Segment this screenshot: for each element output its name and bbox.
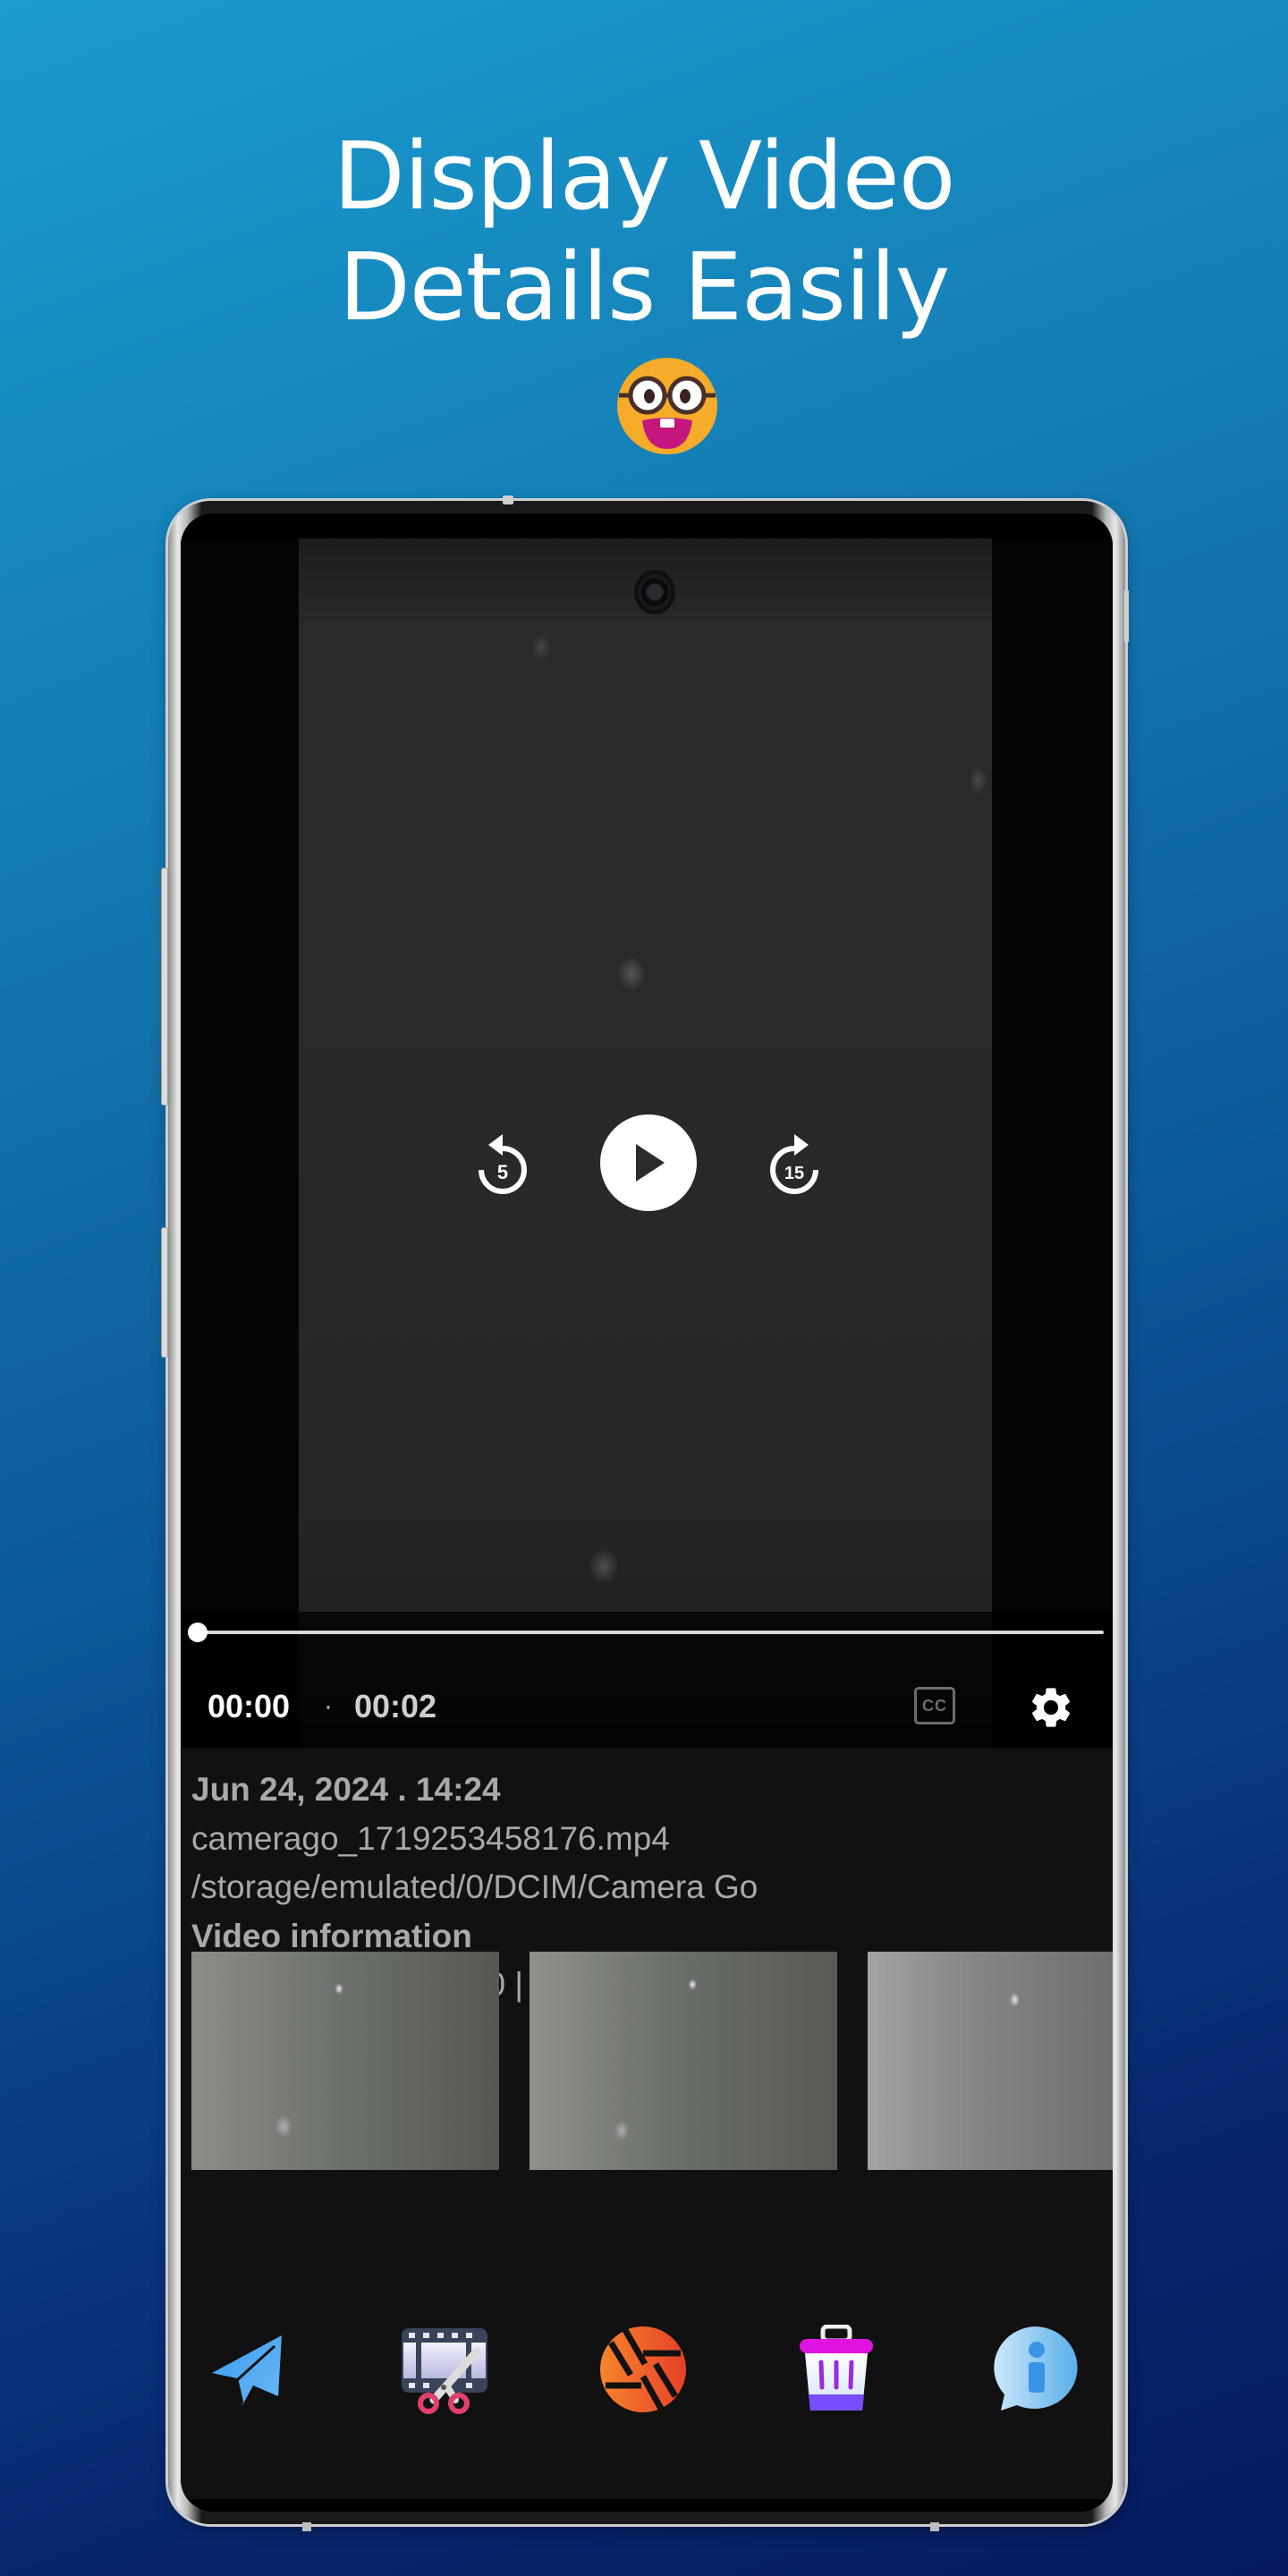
svg-text:5: 5 <box>497 1161 508 1183</box>
captions-icon: CC <box>922 1696 947 1715</box>
seek-thumb[interactable] <box>188 1623 208 1642</box>
headline-line-2: Details Easily <box>338 233 951 342</box>
info-button[interactable] <box>986 2320 1084 2419</box>
thumbnail-frame[interactable] <box>868 1952 1113 2170</box>
playback-controls: 5 15 <box>181 1114 1113 1213</box>
front-camera <box>639 574 671 610</box>
delete-button[interactable] <box>787 2320 886 2419</box>
forward-15-icon: 15 <box>770 1134 818 1194</box>
video-path: /storage/emulated/0/DCIM/Camera Go <box>191 1868 758 1905</box>
seek-bar[interactable] <box>188 1623 1104 1642</box>
phone-screen: 5 15 00:00 · 00:02 CC Jun 24, 2024 . 14:… <box>181 513 1113 2512</box>
camera-shutter-icon <box>600 2326 686 2412</box>
time-separator: · <box>324 1691 333 1721</box>
info-bubble-icon <box>994 2326 1078 2411</box>
rewind-button[interactable]: 5 <box>470 1129 535 1200</box>
video-datetime: Jun 24, 2024 . 14:24 <box>191 1771 501 1808</box>
volume-button <box>161 868 168 1106</box>
video-filename: camerago_1719253458176.mp4 <box>191 1819 670 1857</box>
video-player[interactable]: 5 15 00:00 · 00:02 CC <box>181 538 1113 1748</box>
phone-frame: 5 15 00:00 · 00:02 CC Jun 24, 2024 . 14:… <box>161 496 1129 2531</box>
frame-notch <box>302 2522 311 2531</box>
seek-track <box>190 1631 1104 1634</box>
gear-icon <box>1032 1688 1071 1727</box>
play-icon <box>636 1144 665 1182</box>
time-row: 00:00 · 00:02 CC <box>181 1682 1113 1732</box>
current-time: 00:00 <box>208 1688 291 1724</box>
film-scissors-icon <box>402 2328 487 2414</box>
frame-notch <box>1124 590 1129 642</box>
svg-text:15: 15 <box>784 1164 804 1183</box>
settings-button[interactable] <box>1027 1683 1075 1732</box>
capture-frame-button[interactable] <box>594 2320 692 2419</box>
paper-plane-icon <box>212 2335 282 2405</box>
frame-notch <box>930 2522 939 2531</box>
play-button[interactable] <box>600 1114 697 1211</box>
power-button <box>161 1227 168 1358</box>
edit-video-button[interactable] <box>395 2320 494 2419</box>
headline-line-1: Display Video <box>333 122 956 231</box>
captions-button[interactable]: CC <box>914 1687 955 1724</box>
share-button[interactable] <box>200 2320 299 2419</box>
duration: 00:02 <box>354 1688 437 1724</box>
bottom-toolbar <box>181 2293 1113 2451</box>
headline: Display Video Details Easily <box>0 121 1288 343</box>
frame-thumbnails <box>191 1952 1113 2170</box>
thumbnail-frame[interactable] <box>191 1952 499 2170</box>
rewind-5-icon: 5 <box>479 1134 527 1194</box>
forward-button[interactable]: 15 <box>762 1129 826 1200</box>
frame-notch <box>503 496 513 504</box>
thumbnail-frame[interactable] <box>530 1952 837 2170</box>
nerd-face-emoji-icon <box>617 358 717 454</box>
trash-icon <box>800 2325 873 2411</box>
